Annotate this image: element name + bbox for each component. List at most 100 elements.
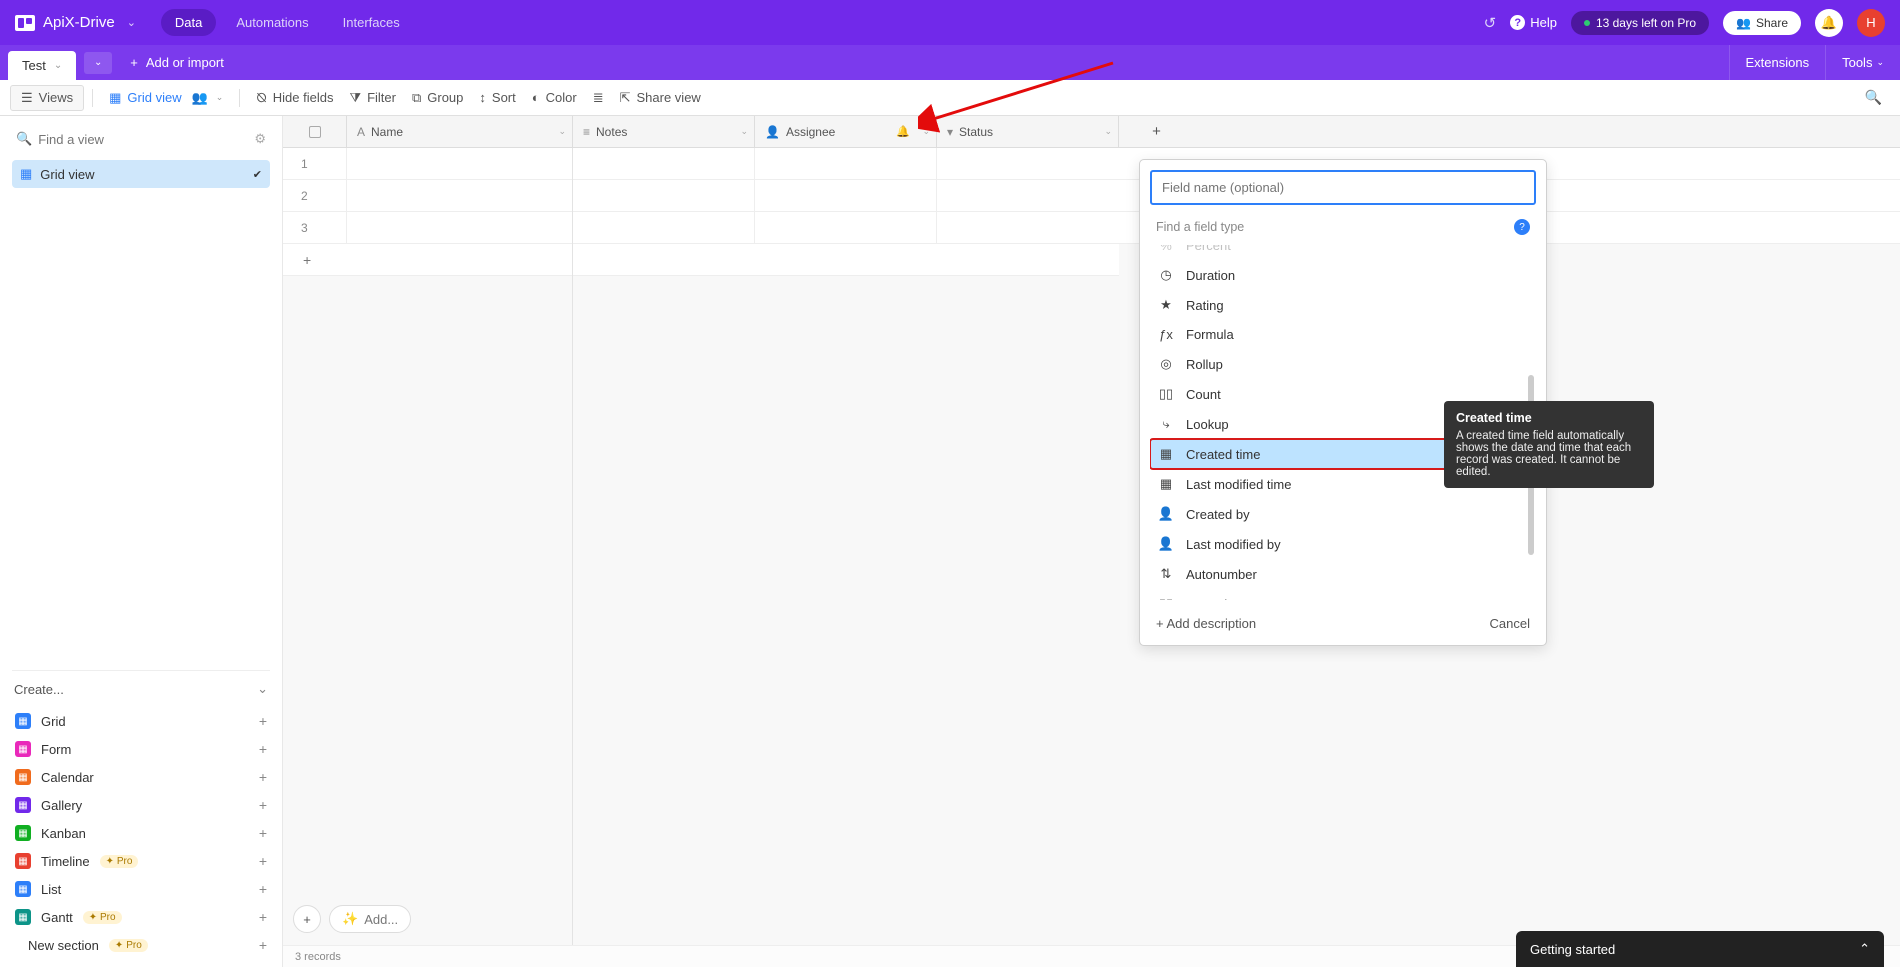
row-height-button[interactable]: ≣: [585, 86, 612, 110]
field-type-barcode[interactable]: ▮▮Barcode: [1150, 589, 1524, 600]
add-import-button[interactable]: + Add or import: [130, 55, 224, 70]
view-type-icon: ▦: [15, 769, 31, 785]
cell[interactable]: [573, 212, 755, 243]
grid-view-button[interactable]: ▦ Grid view 👥 ⌄: [101, 86, 231, 110]
cell[interactable]: [347, 148, 573, 179]
tools-button[interactable]: Tools ⌄: [1825, 45, 1900, 80]
create-list[interactable]: ▦List+: [12, 875, 270, 903]
cell[interactable]: [347, 180, 573, 211]
table-menu-button[interactable]: ⌄: [84, 52, 112, 74]
select-all-cell[interactable]: [283, 116, 347, 147]
field-type-label: Rating: [1186, 298, 1224, 313]
create-timeline[interactable]: ▦Timeline✦ Pro+: [12, 847, 270, 875]
add-record-button[interactable]: +: [293, 905, 321, 933]
create-grid[interactable]: ▦Grid+: [12, 707, 270, 735]
create-gallery[interactable]: ▦Gallery+: [12, 791, 270, 819]
view-type-icon: ▦: [15, 741, 31, 757]
color-button[interactable]: ◐ Color: [524, 86, 585, 109]
field-type-label: Rollup: [1186, 357, 1223, 372]
create-form[interactable]: ▦Form+: [12, 735, 270, 763]
field-type-last-modified-by[interactable]: 👤Last modified by: [1150, 529, 1524, 559]
sort-icon: ↕: [479, 90, 486, 105]
add-description-button[interactable]: + Add description: [1156, 616, 1256, 631]
add-menu-button[interactable]: ✨ Add...: [329, 905, 411, 933]
sort-button[interactable]: ↕ Sort: [471, 86, 523, 109]
table-row[interactable]: 2: [283, 180, 1900, 212]
cell[interactable]: [755, 180, 937, 211]
sidebar-view-grid[interactable]: ▦ Grid view ✔: [12, 160, 270, 188]
field-type-label: Autonumber: [1186, 567, 1257, 582]
field-type-percent[interactable]: %Percent: [1150, 245, 1524, 260]
group-button[interactable]: ⧉ Group: [404, 86, 471, 110]
find-view-input[interactable]: [38, 132, 248, 147]
create-gantt[interactable]: ▦Gantt✦ Pro+: [12, 903, 270, 931]
trial-badge[interactable]: 13 days left on Pro: [1571, 11, 1709, 35]
field-type-icon: %: [1158, 245, 1174, 253]
add-import-label: Add or import: [146, 55, 224, 70]
col-status[interactable]: ▾ Status ⌄: [937, 116, 1119, 147]
filter-button[interactable]: ⧩ Filter: [341, 86, 404, 110]
cell[interactable]: [573, 180, 755, 211]
share-button[interactable]: 👥 Share: [1723, 11, 1801, 35]
tab-data[interactable]: Data: [161, 9, 216, 36]
plus-icon: +: [259, 769, 267, 785]
view-type-icon: ▦: [15, 797, 31, 813]
field-type-autonumber[interactable]: ⇅Autonumber: [1150, 559, 1524, 589]
cell[interactable]: [573, 148, 755, 179]
add-row-button[interactable]: +: [283, 244, 1119, 276]
field-type-created-by[interactable]: 👤Created by: [1150, 499, 1524, 529]
share-view-button[interactable]: ⇱ Share view: [612, 86, 709, 110]
col-name-label: Name: [371, 125, 403, 139]
tab-interfaces[interactable]: Interfaces: [329, 9, 414, 36]
col-notes[interactable]: ≡ Notes ⌄: [573, 116, 755, 147]
color-icon: ◐: [532, 90, 540, 105]
create-item-label: Gallery: [41, 798, 82, 813]
nav-tabs: Data Automations Interfaces: [161, 9, 414, 36]
help-icon[interactable]: ?: [1514, 219, 1530, 235]
cell[interactable]: [755, 212, 937, 243]
cell[interactable]: [347, 212, 573, 243]
cancel-button[interactable]: Cancel: [1490, 616, 1530, 631]
field-type-formula[interactable]: ƒxFormula: [1150, 320, 1524, 349]
field-type-rating[interactable]: ★Rating: [1150, 290, 1524, 320]
history-icon[interactable]: ↺: [1484, 14, 1497, 32]
notifications-button[interactable]: 🔔: [1815, 9, 1843, 37]
new-section[interactable]: New section ✦ Pro +: [12, 931, 270, 959]
chevron-down-icon: ⌄: [740, 126, 748, 137]
views-button[interactable]: ☰ Views: [10, 85, 84, 111]
help-link[interactable]: ? Help: [1510, 15, 1557, 30]
create-calendar[interactable]: ▦Calendar+: [12, 763, 270, 791]
chevron-down-icon: ⌄: [1104, 126, 1112, 137]
col-name[interactable]: A Name ⌄: [347, 116, 573, 147]
view-type-icon: ▦: [15, 909, 31, 925]
field-type-duration[interactable]: ◷Duration: [1150, 260, 1524, 290]
extensions-button[interactable]: Extensions: [1729, 45, 1826, 80]
cell[interactable]: [937, 148, 1119, 179]
cell[interactable]: [937, 180, 1119, 211]
field-name-input[interactable]: [1150, 170, 1536, 205]
col-assignee[interactable]: 👤 Assignee 🔔 ⌄: [755, 116, 937, 147]
top-header: ApiX-Drive ⌄ Data Automations Interfaces…: [0, 0, 1900, 45]
table-tab[interactable]: Test ⌄: [8, 51, 76, 81]
create-kanban[interactable]: ▦Kanban+: [12, 819, 270, 847]
table-tab-label: Test: [22, 58, 46, 73]
chevron-down-icon: ⌄: [257, 681, 268, 697]
table-row[interactable]: 1: [283, 148, 1900, 180]
hide-fields-button[interactable]: ⦰ Hide fields: [248, 86, 341, 110]
add-field-button[interactable]: +: [1119, 116, 1194, 147]
workspace-switcher[interactable]: ApiX-Drive ⌄: [15, 14, 136, 31]
tab-automations[interactable]: Automations: [222, 9, 322, 36]
cell[interactable]: [755, 148, 937, 179]
cell[interactable]: [937, 212, 1119, 243]
col-assignee-label: Assignee: [786, 125, 835, 139]
avatar[interactable]: H: [1857, 9, 1885, 37]
create-item-label: Kanban: [41, 826, 86, 841]
getting-started-bar[interactable]: Getting started ⌃: [1516, 931, 1884, 967]
field-type-rollup[interactable]: ◎Rollup: [1150, 349, 1524, 379]
add-pill-label: Add...: [364, 912, 398, 927]
table-row[interactable]: 3: [283, 212, 1900, 244]
create-header[interactable]: Create... ⌄: [12, 670, 270, 707]
gear-icon[interactable]: ⚙: [254, 131, 266, 147]
search-button[interactable]: 🔍: [1857, 89, 1890, 106]
views-label: Views: [39, 90, 73, 105]
